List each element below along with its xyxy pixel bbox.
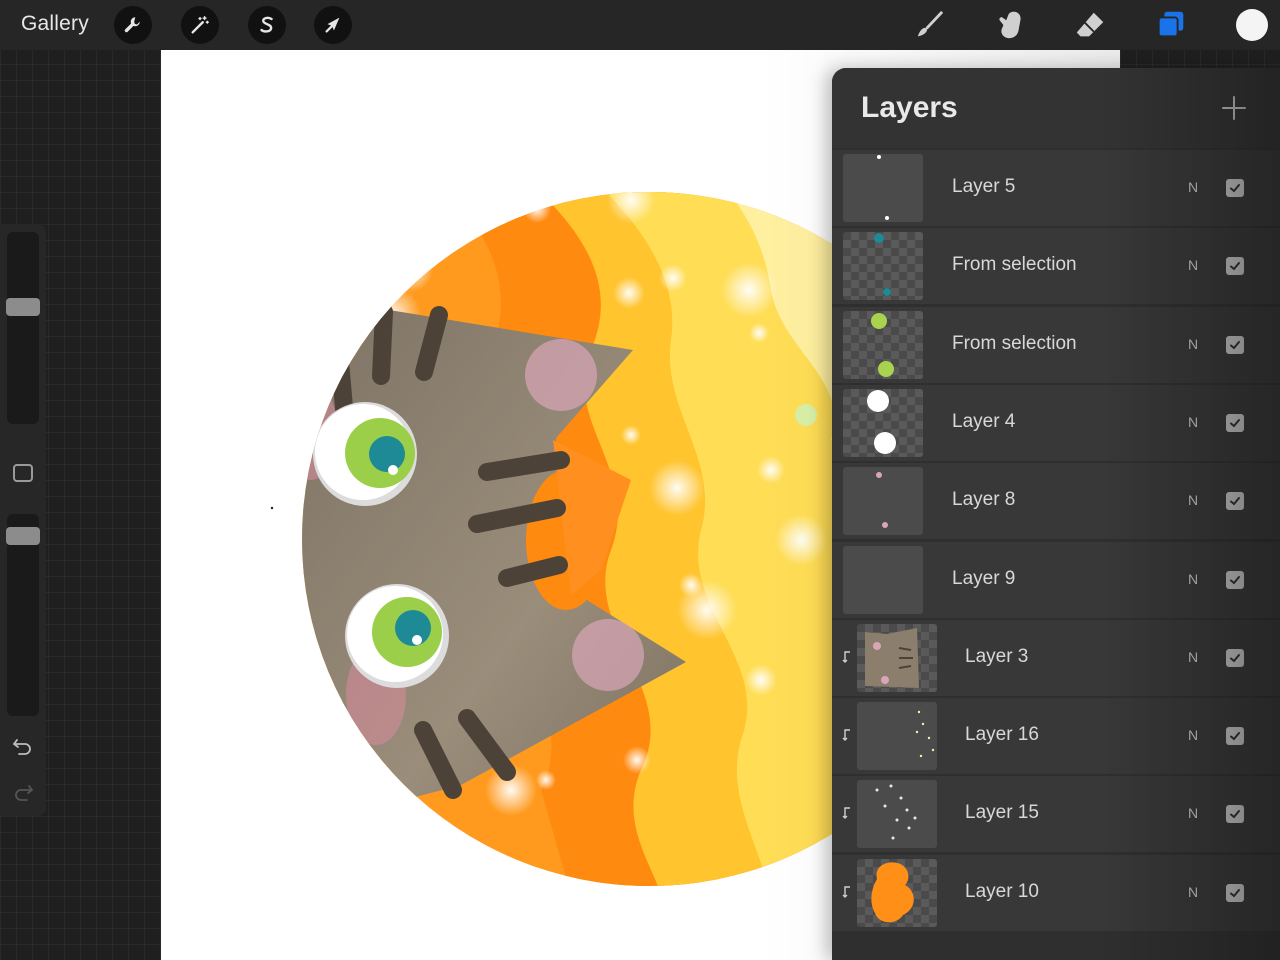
layer-name: Layer 3 — [965, 645, 1029, 667]
blend-mode-button[interactable]: N — [1188, 336, 1198, 352]
checkmark-icon — [1230, 418, 1240, 428]
layer-row[interactable]: Layer 3 N — [832, 619, 1280, 696]
checkmark-icon — [1230, 888, 1240, 898]
clipping-mask-icon — [842, 807, 850, 820]
clipping-mask-icon — [842, 885, 850, 898]
visibility-checkbox[interactable] — [1226, 648, 1244, 667]
layer-row[interactable]: Layer 4 N — [832, 384, 1280, 461]
layer-thumbnail[interactable] — [843, 154, 923, 222]
layer-row[interactable]: Layer 8 N — [832, 463, 1280, 540]
layer-thumbnail[interactable] — [843, 545, 923, 614]
checkmark-icon — [1230, 575, 1240, 584]
brush-size-slider-thumb[interactable] — [6, 298, 40, 317]
layer-row[interactable]: From selection N — [832, 228, 1280, 305]
checkmark-icon — [1230, 810, 1240, 819]
layer-thumbnail[interactable] — [843, 467, 923, 536]
undo-icon[interactable] — [11, 735, 35, 759]
checkmark-icon — [1230, 653, 1240, 663]
layers-icon[interactable] — [1153, 7, 1189, 43]
checkmark-icon — [1230, 340, 1240, 350]
arrow-cursor-icon[interactable] — [314, 6, 352, 44]
blend-mode-button[interactable]: N — [1188, 727, 1198, 743]
layer-thumbnail[interactable] — [857, 858, 937, 927]
smudge-finger-icon[interactable] — [992, 7, 1028, 43]
color-picker-swatch[interactable] — [1236, 9, 1268, 41]
blend-mode-button[interactable]: N — [1188, 179, 1198, 195]
layer-name: Layer 5 — [952, 176, 1016, 197]
modify-button[interactable] — [13, 464, 33, 482]
selection-s-icon[interactable] — [248, 6, 286, 44]
wrench-icon[interactable] — [114, 6, 152, 44]
layer-thumbnail[interactable] — [857, 623, 937, 692]
top-toolbar: Gallery — [0, 0, 1280, 50]
layers-title: Layers — [861, 91, 958, 124]
blend-mode-button[interactable]: N — [1188, 884, 1198, 900]
layer-name: Layer 10 — [965, 880, 1039, 902]
layer-row[interactable]: From selection N — [832, 306, 1280, 383]
redo-icon[interactable] — [11, 781, 35, 805]
opacity-slider-thumb[interactable] — [6, 526, 40, 545]
layer-name: Layer 8 — [952, 489, 1016, 511]
layer-thumbnail[interactable] — [843, 232, 923, 301]
layer-thumbnail[interactable] — [857, 702, 937, 771]
clipping-mask-icon — [842, 651, 850, 663]
layers-header: Layers — [832, 68, 1280, 148]
brush-size-slider[interactable] — [7, 232, 39, 424]
layer-thumbnail[interactable] — [857, 780, 937, 849]
layer-thumbnail[interactable] — [843, 310, 923, 379]
layer-name: Layer 15 — [965, 802, 1039, 824]
checkmark-icon — [1230, 497, 1240, 506]
blend-mode-button[interactable]: N — [1188, 649, 1198, 665]
blend-mode-button[interactable]: N — [1188, 571, 1198, 587]
visibility-checkbox[interactable] — [1226, 883, 1244, 902]
brush-icon[interactable] — [912, 7, 948, 43]
visibility-checkbox[interactable] — [1226, 805, 1244, 824]
layer-row[interactable]: Layer 9 N — [832, 541, 1280, 618]
layer-name: Layer 9 — [952, 567, 1016, 589]
left-sidebar — [0, 224, 46, 816]
layer-name: From selection — [952, 254, 1077, 276]
layer-name: From selection — [952, 332, 1077, 354]
visibility-checkbox[interactable] — [1226, 492, 1244, 511]
eraser-icon[interactable] — [1072, 7, 1108, 43]
layer-name: Layer 16 — [965, 724, 1039, 746]
visibility-checkbox[interactable] — [1226, 570, 1244, 589]
blend-mode-button[interactable]: N — [1188, 492, 1198, 508]
layer-row[interactable]: Layer 15 N — [832, 776, 1280, 853]
layer-name: Layer 4 — [952, 410, 1016, 432]
checkmark-icon — [1230, 732, 1240, 741]
blend-mode-button[interactable]: N — [1188, 414, 1198, 430]
blend-mode-button[interactable]: N — [1188, 805, 1198, 821]
layer-row[interactable]: Layer 5 N — [832, 150, 1280, 226]
gallery-button[interactable]: Gallery — [21, 12, 89, 36]
visibility-checkbox[interactable] — [1226, 257, 1244, 276]
plus-icon[interactable] — [1220, 94, 1248, 122]
visibility-checkbox[interactable] — [1226, 179, 1244, 197]
checkmark-icon — [1230, 184, 1240, 193]
layer-row[interactable]: Layer 10 N — [832, 854, 1280, 931]
blend-mode-button[interactable]: N — [1188, 257, 1198, 273]
layer-row[interactable]: Layer 16 N — [832, 698, 1280, 775]
visibility-checkbox[interactable] — [1226, 727, 1244, 746]
checkmark-icon — [1230, 262, 1240, 271]
visibility-checkbox[interactable] — [1226, 413, 1244, 432]
layer-thumbnail[interactable] — [843, 388, 923, 457]
layers-panel: Layers Layer 5 N From selection N From selec… — [832, 68, 1280, 960]
clipping-mask-icon — [842, 729, 850, 742]
visibility-checkbox[interactable] — [1226, 335, 1244, 354]
magic-wand-icon[interactable] — [181, 6, 219, 44]
